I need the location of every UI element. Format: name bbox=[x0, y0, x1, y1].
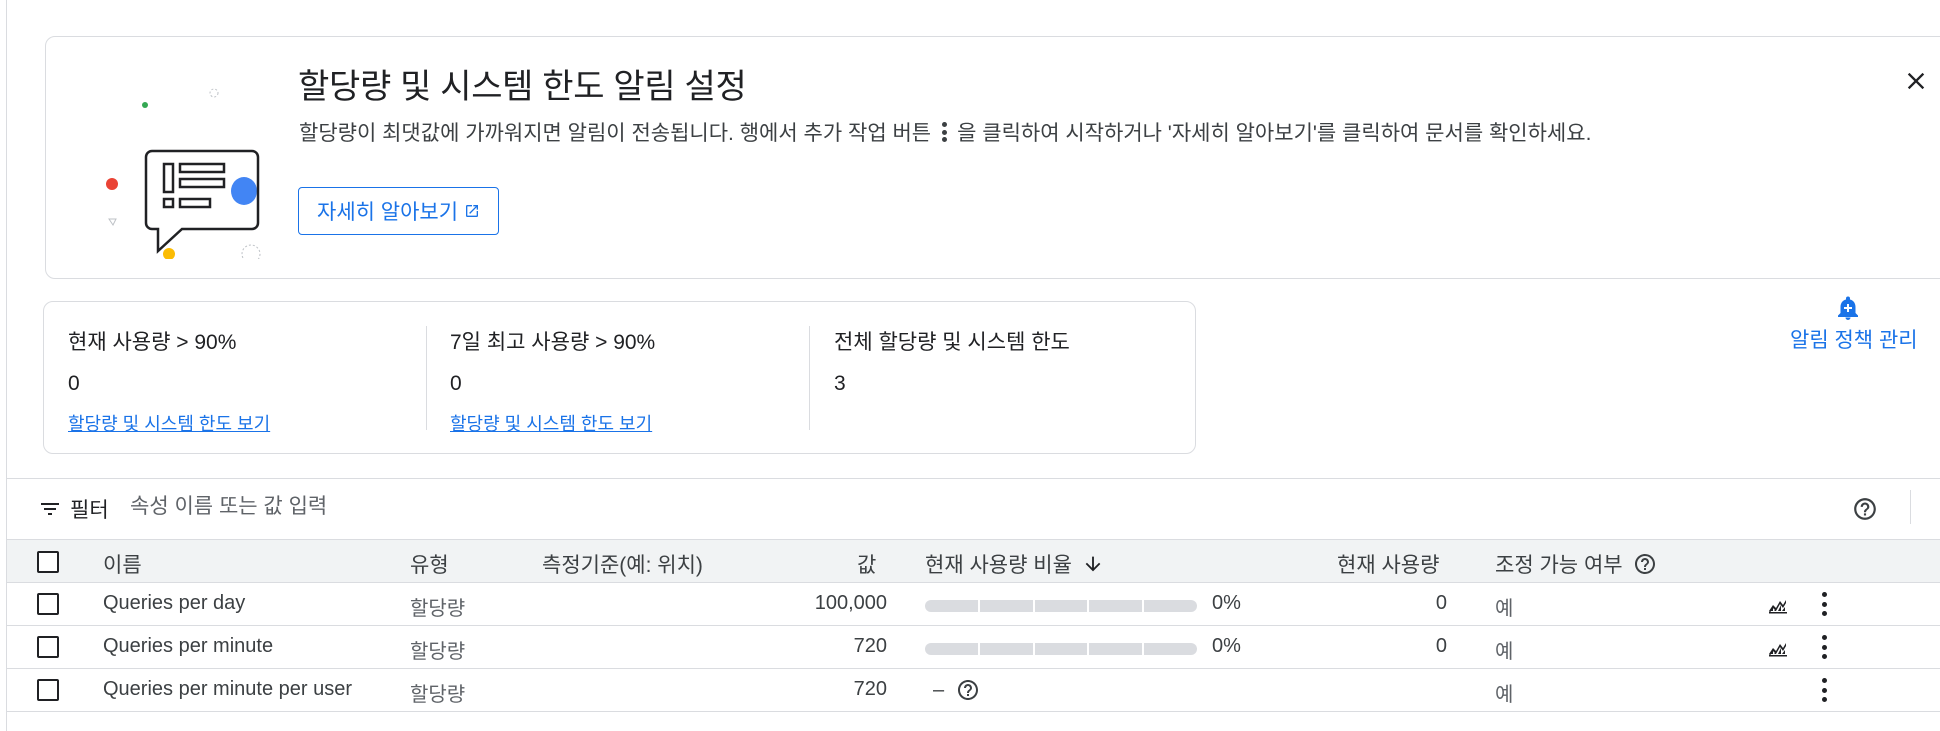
quota-name: Queries per minute per user bbox=[103, 678, 353, 700]
row-checkbox[interactable] bbox=[37, 593, 59, 615]
bell-plus-icon bbox=[1838, 296, 1858, 320]
stat-value: 3 bbox=[834, 372, 846, 395]
row-checkbox[interactable] bbox=[37, 636, 59, 658]
banner-desc-part2: 을 클릭하여 시작하거나 '자세히 알아보기'를 클릭하여 문서를 확인하세요. bbox=[957, 122, 1592, 145]
banner-desc-part1: 할당량이 최댓값에 가까워지면 알림이 전송됩니다. 행에서 추가 작업 버튼 bbox=[299, 122, 932, 145]
help-icon[interactable] bbox=[1852, 496, 1878, 522]
manage-alert-policy-label: 알림 정책 관리 bbox=[1790, 329, 1918, 352]
view-quotas-link[interactable]: 할당량 및 시스템 한도 보기 bbox=[68, 410, 270, 436]
row-more-actions-button[interactable] bbox=[1819, 635, 1829, 659]
arrow-down-icon bbox=[1085, 556, 1101, 572]
help-icon[interactable] bbox=[956, 678, 980, 702]
usage-percent: – bbox=[933, 678, 945, 701]
manage-alert-policy-button[interactable]: 알림 정책 관리 bbox=[1788, 296, 1940, 356]
divider bbox=[809, 326, 810, 430]
column-adjustable[interactable]: 조정 가능 여부 bbox=[1495, 549, 1657, 579]
learn-more-button[interactable]: 자세히 알아보기 bbox=[298, 187, 500, 235]
usage-summary-card: 현재 사용량 > 90% 0 할당량 및 시스템 한도 보기 7일 최고 사용량… bbox=[43, 301, 1196, 454]
stat-value: 0 bbox=[450, 372, 462, 395]
stat-label: 전체 할당량 및 시스템 한도 bbox=[834, 331, 1070, 354]
column-name[interactable]: 이름 bbox=[103, 549, 142, 579]
column-type[interactable]: 유형 bbox=[410, 549, 449, 579]
row-checkbox[interactable] bbox=[37, 679, 59, 701]
quota-type: 할당량 bbox=[410, 684, 466, 706]
table-row[interactable]: Queries per minute per user 할당량 720 – 예 bbox=[7, 669, 1940, 712]
stat-total: 전체 할당량 및 시스템 한도 3 bbox=[834, 326, 1204, 431]
table-header: 이름 유형 측정기준(예: 위치) 값 현재 사용량 비율 현재 사용량 조정 … bbox=[7, 539, 1940, 583]
stat-value: 0 bbox=[68, 372, 80, 395]
alert-setup-banner: 할당량 및 시스템 한도 알림 설정 할당량이 최댓값에 가까워지면 알림이 전… bbox=[45, 36, 1940, 279]
quota-value: 100,000 bbox=[814, 592, 887, 614]
banner-description: 할당량이 최댓값에 가까워지면 알림이 전송됩니다. 행에서 추가 작업 버튼 … bbox=[299, 117, 1591, 147]
divider bbox=[7, 478, 1940, 479]
column-usage-pct-label: 현재 사용량 비율 bbox=[925, 554, 1072, 577]
current-usage: 0 bbox=[1435, 592, 1447, 614]
chart-icon[interactable] bbox=[1765, 635, 1791, 659]
close-icon bbox=[1907, 72, 1925, 90]
usage-percent-cell: – bbox=[933, 678, 980, 702]
usage-bar bbox=[925, 643, 1197, 655]
column-dimension[interactable]: 측정기준(예: 위치) bbox=[542, 549, 703, 579]
stat-7day-peak: 7일 최고 사용량 > 90% 0 할당량 및 시스템 한도 보기 bbox=[450, 326, 820, 434]
alert-illustration bbox=[106, 88, 261, 259]
divider bbox=[1910, 490, 1911, 524]
stat-current-usage: 현재 사용량 > 90% 0 할당량 및 시스템 한도 보기 bbox=[68, 326, 438, 434]
stat-label: 7일 최고 사용량 > 90% bbox=[450, 331, 656, 354]
chart-icon[interactable] bbox=[1765, 592, 1791, 616]
divider bbox=[426, 326, 427, 430]
adjustable-value: 예 bbox=[1495, 641, 1514, 663]
banner-title: 할당량 및 시스템 한도 알림 설정 bbox=[298, 68, 747, 106]
open-in-new-icon bbox=[466, 205, 479, 217]
filter-icon bbox=[41, 503, 59, 515]
filter-label: 필터 bbox=[70, 499, 109, 522]
column-value[interactable]: 값 bbox=[857, 549, 876, 579]
usage-percent: 0% bbox=[1212, 635, 1241, 657]
view-quotas-link[interactable]: 할당량 및 시스템 한도 보기 bbox=[450, 410, 652, 436]
table-row[interactable]: Queries per day 할당량 100,000 0% 0 예 bbox=[7, 583, 1940, 626]
more-vert-icon bbox=[939, 122, 949, 142]
current-usage: 0 bbox=[1435, 635, 1447, 657]
column-usage[interactable]: 현재 사용량 bbox=[1337, 549, 1439, 579]
quota-name: Queries per minute bbox=[103, 635, 274, 657]
row-more-actions-button[interactable] bbox=[1819, 678, 1829, 702]
column-adjustable-label: 조정 가능 여부 bbox=[1495, 554, 1623, 577]
adjustable-value: 예 bbox=[1495, 598, 1514, 620]
quota-type: 할당량 bbox=[410, 598, 466, 620]
row-more-actions-button[interactable] bbox=[1819, 592, 1829, 616]
filter-input[interactable] bbox=[130, 488, 1730, 526]
learn-more-label: 자세히 알아보기 bbox=[317, 201, 459, 224]
quota-type: 할당량 bbox=[410, 641, 466, 663]
usage-bar bbox=[925, 600, 1197, 612]
close-banner-button[interactable] bbox=[1896, 61, 1936, 101]
adjustable-value: 예 bbox=[1495, 684, 1514, 706]
stat-label: 현재 사용량 > 90% bbox=[68, 331, 237, 354]
quota-value: 720 bbox=[853, 635, 887, 657]
column-usage-pct[interactable]: 현재 사용량 비율 bbox=[925, 549, 1104, 579]
help-icon[interactable] bbox=[1633, 552, 1657, 576]
quota-name: Queries per day bbox=[103, 592, 246, 614]
usage-percent: 0% bbox=[1212, 592, 1241, 614]
quota-value: 720 bbox=[853, 678, 887, 700]
select-all-checkbox[interactable] bbox=[37, 551, 59, 573]
table-row[interactable]: Queries per minute 할당량 720 0% 0 예 bbox=[7, 626, 1940, 669]
